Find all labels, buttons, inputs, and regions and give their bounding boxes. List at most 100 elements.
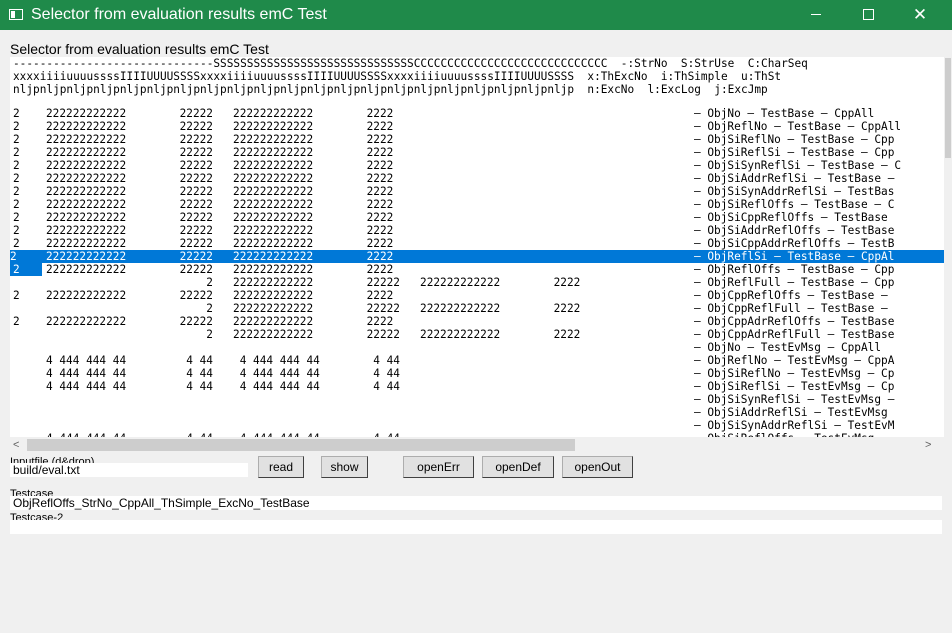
table-row[interactable]: – ObjSiSynAddrReflSi – TestEvM [10, 419, 944, 432]
header-line-1: ------------------------------SSSSSSSSSS… [13, 57, 808, 70]
row-index: 2 [13, 185, 20, 198]
table-row[interactable]: 2 222222222222 22222 222222222222 2222 – O… [10, 315, 944, 328]
table-row[interactable]: 2 222222222222 22222 222222222222 2222 – O… [10, 289, 944, 302]
row-values: 222222222222 22222 222222222222 2222 [46, 185, 394, 198]
table-row[interactable]: 2 222222222222 22222 222222222222 2222 – O… [10, 107, 944, 120]
row-values: 2 222222222222 22222 222222222222 2222 [46, 328, 581, 341]
row-testcase-name: – ObjNo – TestEvMsg – CppAll [694, 341, 882, 354]
table-row[interactable]: 4 444 444 44 4 44 4 444 444 44 4 44 – Obj… [10, 367, 944, 380]
row-values: 222222222222 22222 222222222222 2222 [46, 198, 394, 211]
row-testcase-name: – ObjCppAdrReflOffs – TestBase [694, 315, 895, 328]
open-def-button[interactable]: openDef [482, 456, 554, 478]
table-row[interactable]: 2 222222222222 22222 222222222222 2222 – O… [10, 133, 944, 146]
row-values: 222222222222 22222 222222222222 2222 [46, 250, 394, 263]
row-index: 2 [10, 250, 17, 263]
row-values: 2 222222222222 22222 222222222222 2222 [46, 302, 581, 315]
table-row[interactable]: 2 222222222222 22222 222222222222 2222 – … [10, 328, 944, 341]
row-index: 2 [13, 133, 20, 146]
row-values: 222222222222 22222 222222222222 2222 [46, 224, 394, 237]
header-line-3: nljpnljpnljpnljpnljpnljpnljpnljpnljpnljp… [13, 83, 768, 96]
app-window: Selector from evaluation results emC Tes… [0, 0, 952, 633]
page-heading: Selector from evaluation results emC Tes… [10, 41, 269, 57]
row-testcase-name: – ObjSiCppReflOffs – TestBase [694, 211, 888, 224]
row-testcase-name: – ObjCppReflFull – TestBase – [694, 302, 895, 315]
inputfile-field[interactable]: build/eval.txt [10, 463, 248, 477]
testcase-field[interactable]: ObjReflOffs_StrNo_CppAll_ThSimple_ExcNo_… [10, 496, 942, 510]
row-testcase-name: – ObjSiSynAddrReflSi – TestEvM [694, 419, 895, 432]
row-values: 222222222222 22222 222222222222 2222 [46, 315, 394, 328]
row-testcase-name: – ObjSiReflNo – TestBase – Cpp [694, 133, 895, 146]
row-values: 222222222222 22222 222222222222 2222 [46, 172, 394, 185]
table-row[interactable]: 4 444 444 44 4 44 4 444 444 44 4 44 – Obj… [10, 354, 944, 367]
row-index: 2 [13, 120, 20, 133]
row-index: 2 [13, 224, 20, 237]
minimize-button[interactable] [790, 0, 842, 30]
maximize-button[interactable] [842, 0, 894, 30]
horizontal-scroll-thumb[interactable] [27, 439, 575, 451]
table-row[interactable]: 2 222222222222 22222 222222222222 2222 – O… [10, 185, 944, 198]
row-testcase-name: – ObjSiReflSi – TestBase – Cpp [694, 146, 895, 159]
open-err-button[interactable]: openErr [403, 456, 474, 478]
show-button[interactable]: show [321, 456, 368, 478]
table-row[interactable]: 2 222222222222 22222 222222222222 2222 – … [10, 276, 944, 289]
scroll-left-icon[interactable]: < [13, 437, 19, 453]
vertical-scroll-thumb[interactable] [945, 58, 951, 158]
table-row[interactable]: 2 222222222222 22222 222222222222 2222 – O… [10, 120, 944, 133]
row-index: 2 [13, 107, 20, 120]
row-index: 2 [13, 198, 20, 211]
table-row[interactable]: 2 222222222222 22222 222222222222 2222 – O… [10, 263, 944, 276]
row-testcase-name: – ObjSiCppAddrReflOffs – TestB [694, 237, 895, 250]
results-list[interactable]: ------------------------------SSSSSSSSSS… [10, 57, 952, 437]
row-testcase-name: – ObjSiSynReflSi – TestBase – C [694, 159, 902, 172]
row-testcase-name: – ObjCppAdrReflFull – TestBase [694, 328, 895, 341]
table-row[interactable]: 2 222222222222 22222 222222222222 2222 – O… [10, 250, 944, 263]
table-row[interactable]: – ObjSiSynReflSi – TestEvMsg – [10, 393, 944, 406]
table-row[interactable]: 2 222222222222 22222 222222222222 2222 – O… [10, 146, 944, 159]
table-row[interactable]: 2 222222222222 22222 222222222222 2222 – … [10, 302, 944, 315]
app-icon [9, 9, 23, 20]
row-testcase-name: – ObjReflFull – TestBase – Cpp [694, 276, 895, 289]
table-row[interactable]: 2 222222222222 22222 222222222222 2222 – O… [10, 159, 944, 172]
row-values: 222222222222 22222 222222222222 2222 [46, 211, 394, 224]
open-out-button[interactable]: openOut [562, 456, 633, 478]
row-index: 2 [13, 237, 20, 250]
header-line-2: xxxxiiiiuuuussssIIIIUUUUSSSSxxxxiiiiuuuu… [13, 70, 782, 83]
table-row[interactable]: – ObjNo – TestEvMsg – CppAll [10, 341, 944, 354]
table-row[interactable]: 4 444 444 44 4 44 4 444 444 44 4 44 – Obj… [10, 380, 944, 393]
row-index: 2 [13, 315, 20, 328]
table-row[interactable]: 2 222222222222 22222 222222222222 2222 – O… [10, 198, 944, 211]
row-values: 4 444 444 44 4 44 4 444 444 44 4 44 [46, 380, 400, 393]
vertical-scrollbar[interactable] [944, 57, 952, 437]
row-testcase-name: – ObjSiSynReflSi – TestEvMsg – [694, 393, 902, 406]
row-values: 222222222222 22222 222222222222 2222 [46, 263, 394, 276]
close-button[interactable]: ✕ [894, 0, 946, 30]
row-testcase-name: – ObjCppReflOffs – TestBase – [694, 289, 895, 302]
row-testcase-name: – ObjSiAddrReflOffs – TestBase [694, 224, 895, 237]
table-row[interactable]: – ObjSiAddrReflSi – TestEvMsg [10, 406, 944, 419]
row-values: 222222222222 22222 222222222222 2222 [46, 237, 394, 250]
row-index: 2 [13, 172, 20, 185]
horizontal-scrollbar[interactable]: < > [10, 437, 952, 453]
row-testcase-name: – ObjSiAddrReflSi – TestBase – [694, 172, 902, 185]
title-bar[interactable]: Selector from evaluation results emC Tes… [0, 0, 952, 30]
row-values: 222222222222 22222 222222222222 2222 [46, 146, 394, 159]
row-values: 2 222222222222 22222 222222222222 2222 [46, 276, 581, 289]
scroll-right-icon[interactable]: > [925, 437, 931, 453]
row-testcase-name: – ObjReflNo – TestBase – CppAll [694, 120, 902, 133]
row-testcase-name: – ObjNo – TestBase – CppAll [694, 107, 875, 120]
row-testcase-name: – ObjSiAddrReflSi – TestEvMsg [694, 406, 888, 419]
close-icon: ✕ [912, 5, 928, 24]
row-testcase-name: – ObjSiReflOffs – TestBase – C [694, 198, 895, 211]
row-index: 2 [10, 263, 42, 276]
row-testcase-name: – ObjSiReflSi – TestEvMsg – Cp [694, 380, 895, 393]
row-testcase-name: – ObjSiReflNo – TestEvMsg – Cp [694, 367, 895, 380]
row-values: 222222222222 22222 222222222222 2222 [46, 120, 394, 133]
row-index: 2 [13, 146, 20, 159]
read-button[interactable]: read [258, 456, 304, 478]
row-values: 222222222222 22222 222222222222 2222 [46, 289, 394, 302]
table-row[interactable]: 2 222222222222 22222 222222222222 2222 – O… [10, 224, 944, 237]
testcase-2-field[interactable] [10, 520, 942, 534]
table-row[interactable]: 2 222222222222 22222 222222222222 2222 – O… [10, 211, 944, 224]
table-row[interactable]: 2 222222222222 22222 222222222222 2222 – O… [10, 237, 944, 250]
table-row[interactable]: 2 222222222222 22222 222222222222 2222 – O… [10, 172, 944, 185]
